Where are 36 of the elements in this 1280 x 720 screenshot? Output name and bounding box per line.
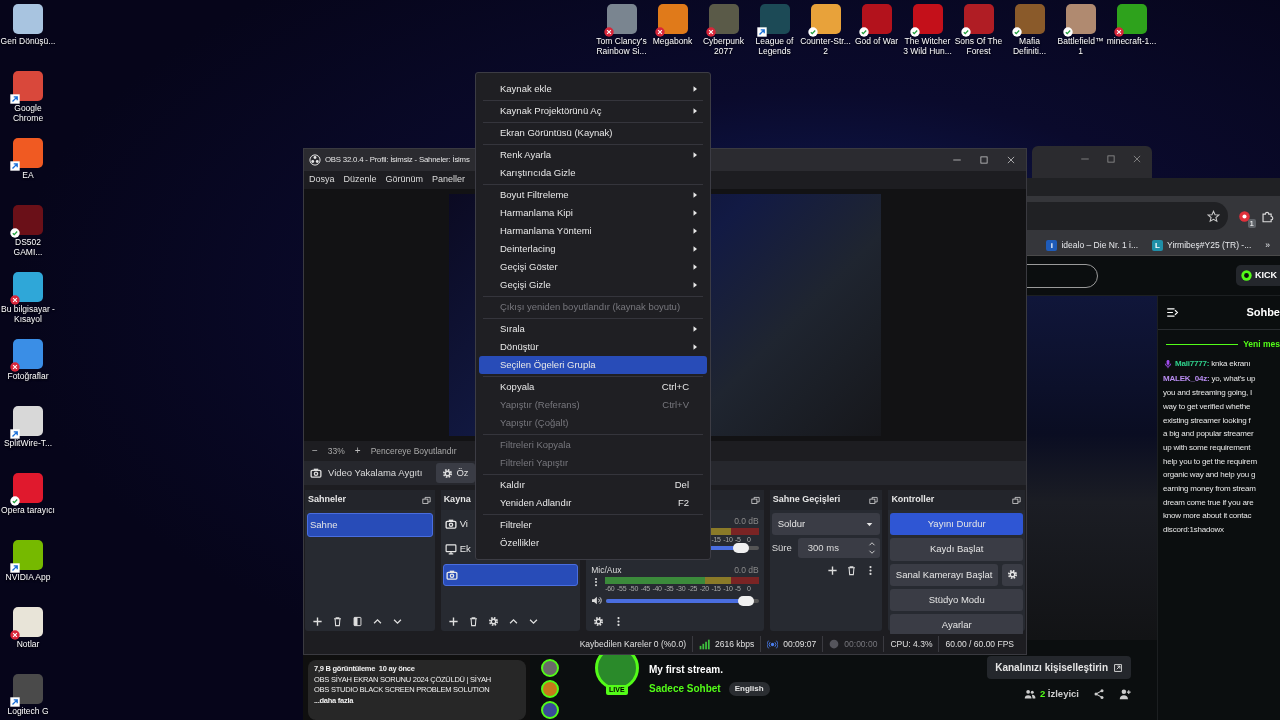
chat-message-line: up with some requirement <box>1163 441 1252 454</box>
dock-title: Kontroller <box>891 493 935 507</box>
favicon: L <box>1152 240 1164 251</box>
fps-readout: 60.00 / 60.00 FPS <box>938 636 1020 652</box>
duration-label: Süre <box>771 541 792 556</box>
chat-message-line: dream come true if you are <box>1163 496 1255 509</box>
zoom-level: 33% <box>327 444 345 458</box>
stream-title: My first stream. <box>649 663 724 677</box>
extension-badge: 1 <box>1247 218 1256 228</box>
chat-message-line: yo, what's up <box>1211 373 1256 386</box>
bitrate: 2616 kbps <box>715 637 755 651</box>
chat-message-line: organic way and help you g <box>1163 469 1257 482</box>
dock-title: Kayna <box>443 493 471 507</box>
channel-name: Mic/Aux <box>591 564 622 575</box>
chat-message-line: know more about it contac <box>1163 510 1253 523</box>
chat-message-line: way to get verified whethe <box>1163 400 1252 413</box>
dock-title: Sahne Geçişleri <box>772 493 841 507</box>
chat-message-line: earning money from stream <box>1163 483 1257 496</box>
chat-message-line: discord:1shadowx <box>1163 524 1225 537</box>
selected-source-name: Video Yakalama Aygıtı <box>328 465 423 480</box>
chat-message-line: knka ekranı <box>1211 357 1251 370</box>
dock-title: Sahneler <box>308 493 347 507</box>
cpu-usage: CPU: 4.3% <box>883 636 939 652</box>
volume-reading: 0.0 dB <box>734 564 759 575</box>
stream-time: 00:09:07 <box>783 637 817 651</box>
chat-title: Sohbe <box>1246 305 1280 321</box>
chat-message-line: existing streamer looking f <box>1163 414 1252 427</box>
favicon: i <box>1046 240 1058 251</box>
chat-message-line: a big and popular streamer <box>1163 428 1255 441</box>
new-messages-label: Yeni mes <box>1243 338 1280 351</box>
chat-message-line: help you to get the requirem <box>1163 455 1259 468</box>
record-time: 00:00:00 <box>844 637 878 651</box>
chat-message-line: you and streaming going, I <box>1163 387 1254 400</box>
viewer-count: 2 İzleyici <box>1039 687 1079 701</box>
volume-reading: 0.0 dB <box>734 515 759 526</box>
dropped-frames: Kaybedilen Kareler 0 (%0.0) <box>573 636 692 652</box>
